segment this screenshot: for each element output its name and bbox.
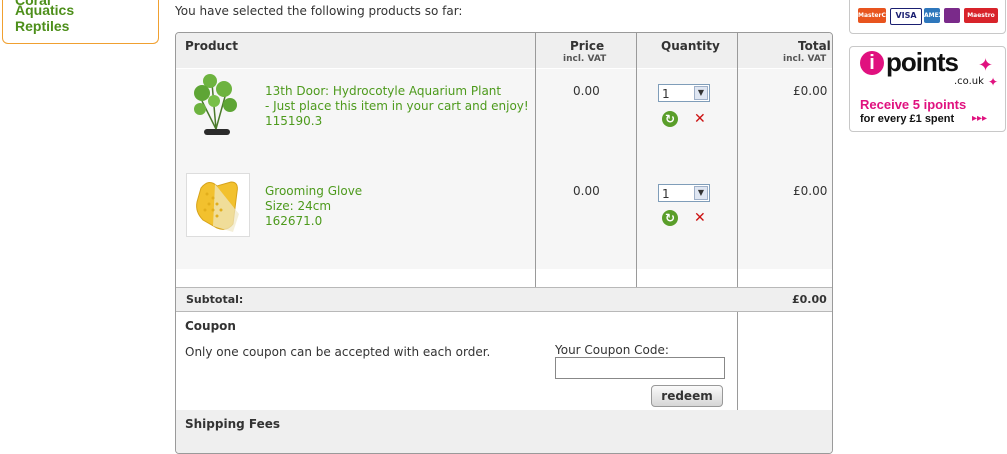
header-product: Product <box>185 39 238 53</box>
item-2-detail: Size: 24cm <box>265 199 332 213</box>
delete-icon[interactable]: ✕ <box>694 210 706 226</box>
item-1-quantity-select[interactable]: 1 ▼ <box>658 84 710 102</box>
coupon-title: Coupon <box>185 319 236 333</box>
cart-header-row <box>176 33 832 68</box>
ipoints-subline: for every £1 spent <box>860 113 955 125</box>
coupon-code-input[interactable] <box>555 357 725 379</box>
coupon-field-label: Your Coupon Code: <box>555 343 669 357</box>
refresh-icon[interactable]: ↻ <box>662 210 678 226</box>
cart-table: Product Price incl. VAT Quantity Total i… <box>175 32 833 454</box>
payment-cards-box: MasterCard VISA AMEX Maestro <box>849 0 1006 34</box>
visa-logo: VISA <box>890 8 922 25</box>
chevron-down-icon[interactable]: ▼ <box>694 186 708 200</box>
mastercard-logo: MasterCard <box>858 8 897 23</box>
product-thumbnail-glove[interactable] <box>186 173 250 237</box>
refresh-icon[interactable]: ↻ <box>662 111 678 127</box>
glove-image <box>196 181 239 232</box>
maestro-logo: Maestro <box>964 8 998 23</box>
header-quantity: Quantity <box>661 39 720 53</box>
col-divider <box>737 33 738 453</box>
category-sidebar: Coral Aquatics Reptiles <box>2 0 159 44</box>
shipping-label: Shipping Fees <box>185 417 281 431</box>
ipoints-headline: Receive 5 ipoints <box>860 97 967 112</box>
item-2-name[interactable]: Grooming Glove <box>265 184 362 199</box>
subtotal-label: Subtotal: <box>186 293 244 306</box>
sidebar-link-aquatics[interactable]: Aquatics <box>15 2 74 18</box>
star-icon: ✦ <box>988 75 999 89</box>
item-2-code: 162671.0 <box>265 214 323 228</box>
cart-item-2-info[interactable]: Grooming Glove Size: 24cm 162671.0 <box>265 184 362 229</box>
item-1-price: 0.00 <box>573 84 600 98</box>
amex-logo: AMEX <box>924 8 943 23</box>
ipoints-domain: .co.uk <box>954 76 984 87</box>
arrow-right-icon: ▸▸▸ <box>972 113 988 124</box>
header-total-sub: incl. VAT <box>783 54 827 64</box>
header-price-sub: incl. VAT <box>563 54 607 64</box>
col-divider <box>636 33 637 287</box>
item-2-quantity-select[interactable]: 1 ▼ <box>658 184 710 202</box>
item-1-name[interactable]: 13th Door: Hydrocotyle Aquarium Plant <box>265 84 529 99</box>
chevron-down-icon[interactable]: ▼ <box>694 86 708 100</box>
item-1-total: £0.00 <box>793 84 828 98</box>
item-2-price: 0.00 <box>573 184 600 198</box>
redeem-button[interactable]: redeem <box>651 385 723 407</box>
item-1-quantity-value: 1 <box>662 87 670 101</box>
plant-image <box>194 74 237 135</box>
electron-icon <box>944 8 960 23</box>
subtotal-row <box>176 287 832 312</box>
ipoints-logo-i: i <box>860 51 884 75</box>
product-thumbnail-plant[interactable] <box>186 71 248 139</box>
row-divider <box>176 311 832 312</box>
subtotal-value: £0.00 <box>792 293 827 306</box>
col-divider <box>535 33 536 287</box>
sidebar-link-reptiles[interactable]: Reptiles <box>15 18 69 34</box>
coupon-note: Only one coupon can be accepted with eac… <box>185 345 491 359</box>
intro-text: You have selected the following products… <box>175 4 463 18</box>
item-2-quantity-value: 1 <box>662 187 670 201</box>
star-icon: ✦ <box>978 55 994 76</box>
item-1-detail: - Just place this item in your cart and … <box>265 99 529 113</box>
cart-item-1-info[interactable]: 13th Door: Hydrocotyle Aquarium Plant - … <box>265 84 529 129</box>
ipoints-banner[interactable]: i points .co.uk ✦ ✦ Receive 5 ipoints fo… <box>849 46 1006 132</box>
row-divider <box>176 287 832 288</box>
delete-icon[interactable]: ✕ <box>694 111 706 127</box>
item-1-code: 115190.3 <box>265 114 323 128</box>
header-price: Price <box>570 39 605 53</box>
ipoints-logo-text: points <box>886 47 959 77</box>
item-2-total: £0.00 <box>793 184 828 198</box>
header-total: Total <box>798 39 831 53</box>
